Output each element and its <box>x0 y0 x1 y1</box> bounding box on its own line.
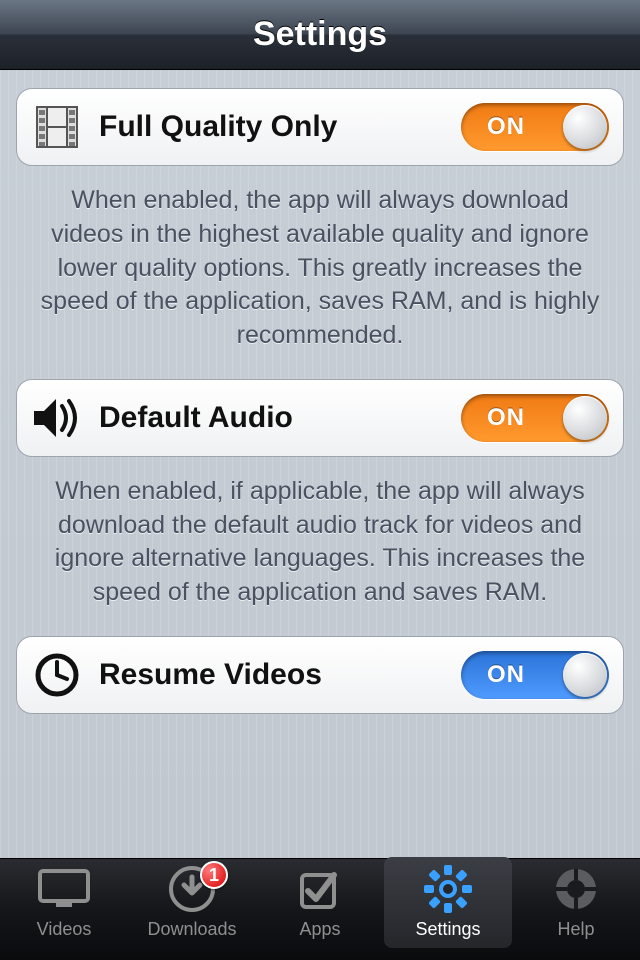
tab-videos-label: Videos <box>37 919 92 940</box>
tab-settings-label: Settings <box>415 919 480 940</box>
toggle-full-quality[interactable]: ON <box>461 103 609 151</box>
film-icon <box>31 104 83 150</box>
speaker-icon <box>31 396 83 440</box>
lifebuoy-icon <box>552 863 600 915</box>
tab-apps-label: Apps <box>299 919 340 940</box>
toggle-knob <box>563 653 607 697</box>
tab-help-label: Help <box>557 919 594 940</box>
toggle-default-audio[interactable]: ON <box>461 394 609 442</box>
navbar: Settings <box>0 0 640 70</box>
tab-downloads-label: Downloads <box>147 919 236 940</box>
tab-downloads[interactable]: 1 Downloads <box>128 859 256 960</box>
row-full-quality-label: Full Quality Only <box>99 110 445 144</box>
clock-icon <box>31 652 83 698</box>
toggle-knob <box>563 396 607 440</box>
download-icon: 1 <box>168 863 216 915</box>
row-default-audio-label: Default Audio <box>99 401 445 435</box>
toggle-on-label: ON <box>487 404 525 432</box>
row-default-audio-desc: When enabled, if applicable, the app wil… <box>16 457 624 636</box>
tabbar: Videos 1 Downloads Apps <box>0 858 640 960</box>
tab-apps[interactable]: Apps <box>256 859 384 960</box>
row-full-quality-desc: When enabled, the app will always downlo… <box>16 166 624 379</box>
checkbox-icon <box>296 863 344 915</box>
tv-icon <box>36 863 92 915</box>
page-title: Settings <box>253 15 387 54</box>
settings-content: Full Quality Only ON When enabled, the a… <box>0 70 640 858</box>
row-full-quality: Full Quality Only ON <box>16 88 624 166</box>
toggle-on-label: ON <box>487 113 525 141</box>
toggle-knob <box>563 105 607 149</box>
downloads-badge: 1 <box>200 861 228 889</box>
tab-help[interactable]: Help <box>512 859 640 960</box>
row-resume-videos-label: Resume Videos <box>99 658 445 692</box>
toggle-on-label: ON <box>487 661 525 689</box>
tab-settings[interactable]: Settings <box>384 859 512 960</box>
tab-videos[interactable]: Videos <box>0 859 128 960</box>
toggle-resume-videos[interactable]: ON <box>461 651 609 699</box>
gear-icon <box>423 863 473 915</box>
row-default-audio: Default Audio ON <box>16 379 624 457</box>
row-resume-videos: Resume Videos ON <box>16 636 624 714</box>
